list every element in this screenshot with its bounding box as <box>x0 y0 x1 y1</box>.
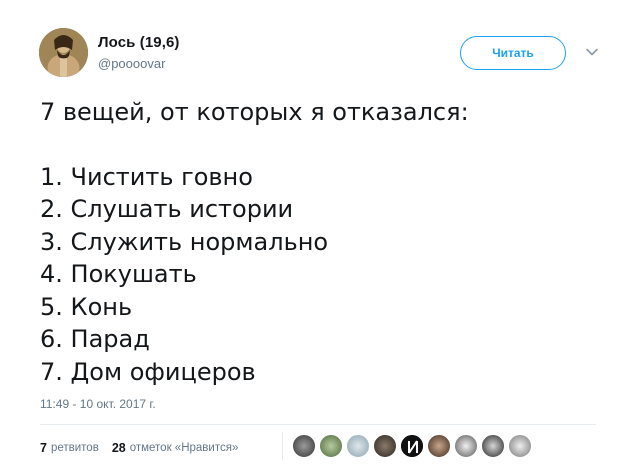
liker-avatar[interactable] <box>427 434 451 458</box>
follow-button[interactable]: Читать <box>460 36 566 70</box>
list-item: 2. Слушать истории <box>40 195 294 223</box>
list-item: 5. Конь <box>40 292 133 321</box>
user-name[interactable]: Лось (19,6) <box>98 34 180 51</box>
likes-label: отметок «Нравится» <box>129 442 239 454</box>
liker-avatar[interactable] <box>292 434 316 458</box>
tweet-timestamp[interactable]: 11:49 - 10 окт. 2017 г. <box>40 397 156 411</box>
chevron-down-icon[interactable] <box>584 44 600 60</box>
likes-stat[interactable]: 28 отметок «Нравится» <box>112 441 239 455</box>
list-item: 4. Покушать <box>40 260 197 288</box>
list-item: 7. Дом офицеров <box>40 357 256 386</box>
user-avatar[interactable] <box>39 28 88 77</box>
list-item: 3. Служить нормально <box>40 227 329 256</box>
retweets-count: 7 <box>40 441 47 455</box>
tweet-text: 7 вещей, от которых я отказался: 1. Чист… <box>40 96 600 388</box>
tweet-stats: 7 ретвитов 28 отметок «Нравится» <box>40 440 251 456</box>
list-item: 1. Чистить говно <box>40 162 253 191</box>
likes-count: 28 <box>111 441 126 455</box>
liker-avatar[interactable] <box>481 434 505 458</box>
retweets-label: ретвитов <box>50 442 99 454</box>
stats-separator <box>282 432 283 460</box>
tweet-heading: 7 вещей, от которых я отказался: <box>40 98 469 126</box>
liker-avatar[interactable] <box>508 434 532 458</box>
liker-avatar[interactable] <box>400 434 424 458</box>
liker-avatar[interactable] <box>319 434 343 458</box>
list-item: 6. Парад <box>40 325 150 353</box>
liker-avatar[interactable] <box>346 434 370 458</box>
letter-i-icon <box>401 435 423 457</box>
tweet-card: Лось (19,6) @poooovar Читать 7 вещей, от… <box>0 0 640 470</box>
retweets-stat[interactable]: 7 ретвитов <box>40 441 99 455</box>
user-handle[interactable]: @poooovar <box>98 56 165 71</box>
liker-avatar[interactable] <box>373 434 397 458</box>
liker-avatar[interactable] <box>454 434 478 458</box>
divider <box>40 424 596 425</box>
